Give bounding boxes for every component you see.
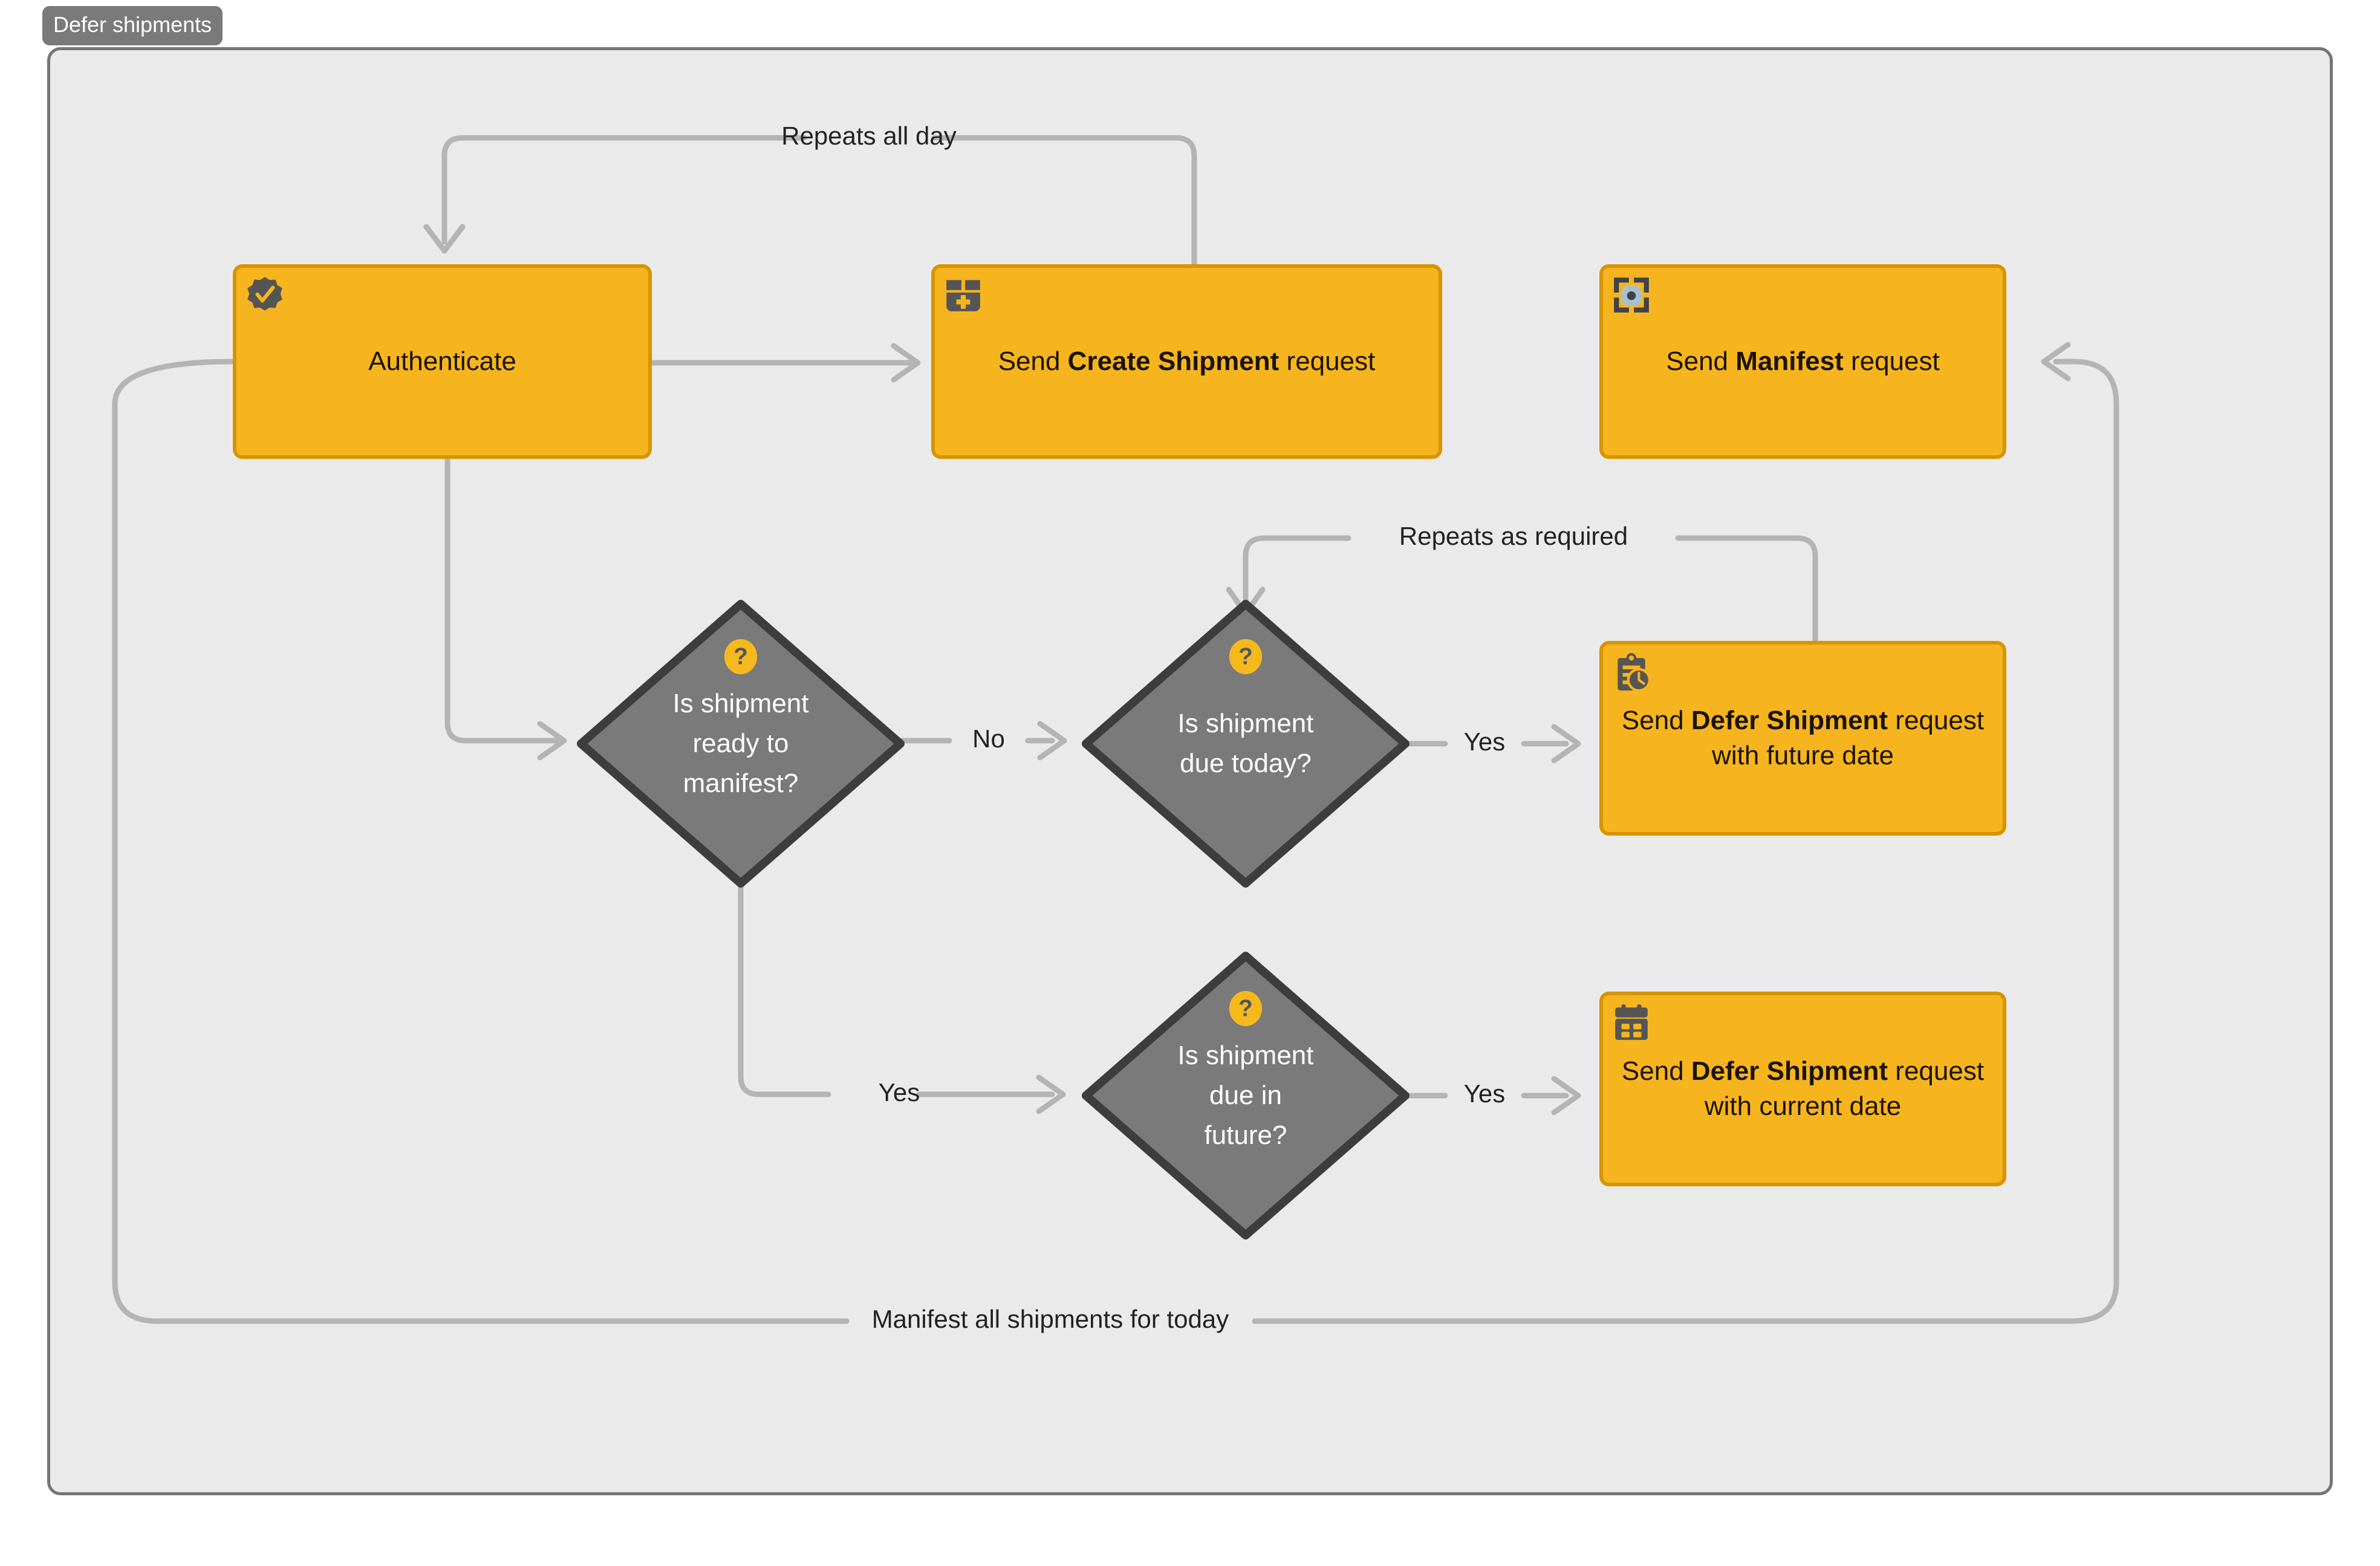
subgraph-title: Defer shipments <box>42 6 223 45</box>
question-badge-icon: ? <box>1227 990 1264 1027</box>
node-label-create-shipment: Send Create Shipment request <box>998 346 1376 376</box>
calendar-icon <box>1611 1002 1651 1042</box>
frame-gear-icon <box>1611 275 1651 315</box>
edge-ready-yes: Yes <box>738 883 1066 1114</box>
node-authenticate[interactable]: Authenticate <box>233 264 652 459</box>
node-label-manifest: Send Manifest request <box>1666 346 1940 376</box>
edge-label-no: No <box>972 724 1005 753</box>
node-due-today[interactable]: ? Is shipment due today? <box>1078 596 1414 892</box>
question-badge-icon: ? <box>722 638 759 675</box>
edge-label-yes-due-future: Yes <box>1464 1079 1506 1108</box>
edge-ready-no: No <box>898 721 1067 761</box>
flowchart-canvas: Defer shipments Repeats all day due-toda… <box>0 0 2380 1566</box>
node-label-authenticate: Authenticate <box>368 346 516 376</box>
box-plus-icon <box>943 275 983 315</box>
node-label-defer-future-date: Send Defer Shipment request with future … <box>1621 705 1985 770</box>
edge-repeats-all-day: Repeats all day <box>423 122 1197 267</box>
edge-label-yes-ready: Yes <box>879 1078 920 1106</box>
svg-text:?: ? <box>1238 996 1253 1022</box>
node-label-defer-current-date: Send Defer Shipment request with current… <box>1621 1056 1985 1121</box>
edge-due-future-yes: Yes <box>1394 1076 1581 1116</box>
clipboard-clock-icon <box>1611 652 1651 692</box>
svg-text:?: ? <box>733 644 748 670</box>
node-ready-to-manifest[interactable]: ? Is shipment ready to manifest? <box>573 596 909 892</box>
edge-label-repeats-all-day: Repeats all day <box>781 122 957 150</box>
edge-auth-to-ready <box>444 456 567 761</box>
edge-label-repeats-as-required: Repeats as required <box>1399 522 1628 550</box>
edge-auth-to-create <box>649 343 921 383</box>
verified-badge-icon <box>245 275 285 315</box>
svg-text:?: ? <box>1238 644 1253 670</box>
edge-label-manifest-all: Manifest all shipments for today <box>872 1305 1229 1333</box>
node-manifest[interactable]: Send Manifest request <box>1599 264 2006 459</box>
edge-due-today-yes: Yes <box>1394 724 1581 764</box>
node-due-in-future[interactable]: ? Is shipment due in future? <box>1078 947 1414 1244</box>
node-create-shipment[interactable]: Send Create Shipment request <box>931 264 1442 459</box>
node-defer-future-date[interactable]: Send Defer Shipment request with future … <box>1599 641 2006 836</box>
question-badge-icon: ? <box>1227 638 1264 675</box>
edge-label-yes-due-today: Yes <box>1464 727 1506 756</box>
node-defer-current-date[interactable]: Send Defer Shipment request with current… <box>1599 992 2006 1186</box>
